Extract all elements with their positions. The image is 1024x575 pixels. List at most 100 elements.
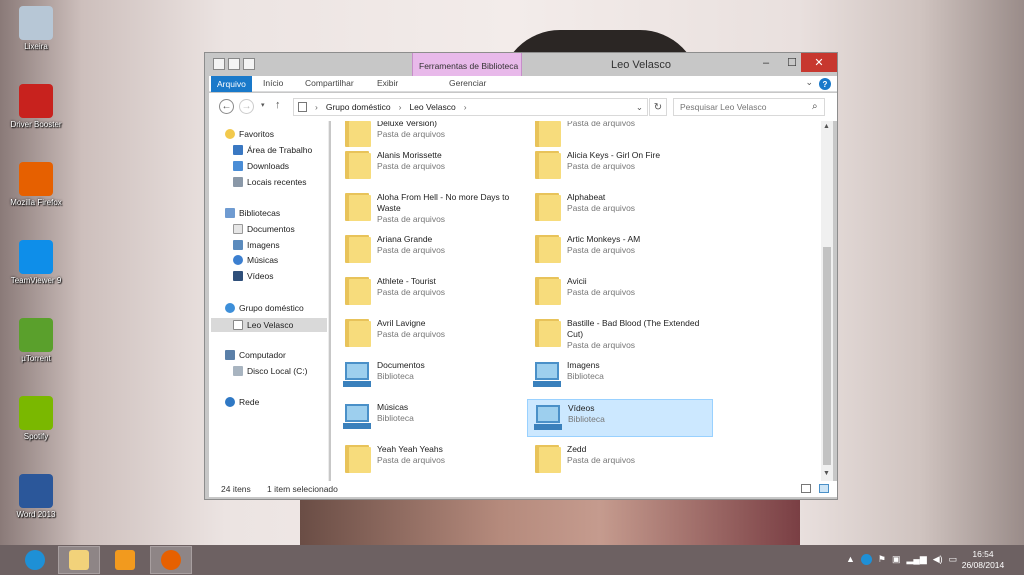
- nav-recent[interactable]: Locais recentes: [233, 177, 307, 187]
- search-input[interactable]: [673, 98, 825, 116]
- desktop-shortcut[interactable]: TeamViewer 9: [4, 240, 68, 285]
- address-bar: ← → ▾ ↑ › Grupo doméstico › Leo Velasco …: [209, 93, 837, 121]
- breadcrumb-leo-velasco[interactable]: Leo Velasco: [409, 102, 455, 112]
- folder-item[interactable]: Zedd Pasta de arquivos: [527, 441, 713, 479]
- search-icon[interactable]: ⌕: [812, 101, 818, 112]
- taskbar-firefox[interactable]: [150, 546, 192, 574]
- desktop-shortcut[interactable]: Driver Booster: [4, 84, 68, 129]
- folder-item[interactable]: Athlete - Tourist Pasta de arquivos: [337, 273, 523, 311]
- desktop-shortcut[interactable]: Mozilla Firefox: [4, 162, 68, 207]
- chevron-down-icon[interactable]: ⌄: [805, 77, 813, 88]
- breadcrumb-homegroup[interactable]: Grupo doméstico: [326, 102, 391, 112]
- folder-item[interactable]: Artic Monkeys - AM Pasta de arquivos: [527, 231, 713, 269]
- keyboard-icon[interactable]: ▭: [949, 554, 958, 565]
- help-icon[interactable]: ?: [819, 78, 831, 90]
- desktop-shortcut[interactable]: Lixeira: [4, 6, 68, 51]
- nav-favorites[interactable]: Favoritos: [225, 129, 274, 139]
- library-item[interactable]: Imagens Biblioteca: [527, 357, 713, 395]
- library-item[interactable]: Músicas Biblioteca: [337, 399, 523, 437]
- nav-desktop[interactable]: Área de Trabalho: [233, 145, 312, 155]
- show-hidden-icons-icon[interactable]: ▲: [846, 554, 855, 565]
- forward-button[interactable]: →: [239, 99, 254, 114]
- desktop-shortcut-label: TeamViewer 9: [10, 276, 62, 285]
- device-icon[interactable]: ▣: [892, 554, 901, 565]
- nav-music[interactable]: Músicas: [233, 255, 278, 265]
- recycle-bin-icon: [19, 6, 53, 40]
- folder-item[interactable]: Alanis Morissette Pasta de arquivos: [337, 147, 523, 185]
- address-field[interactable]: › Grupo doméstico › Leo Velasco › ⌄: [293, 98, 648, 116]
- taskbar-internet-explorer[interactable]: [14, 546, 56, 574]
- nav-downloads[interactable]: Downloads: [233, 161, 289, 171]
- scroll-down-icon[interactable]: ▼: [823, 470, 830, 477]
- nav-documents[interactable]: Documentos: [233, 224, 295, 234]
- scroll-thumb[interactable]: [823, 247, 831, 465]
- network-signal-icon[interactable]: ▂▄▆: [907, 554, 927, 565]
- word-icon: [19, 474, 53, 508]
- folder-item[interactable]: Ariana Grande Pasta de arquivos: [337, 231, 523, 269]
- firefox-icon: [161, 550, 181, 570]
- folder-item[interactable]: Bastille - Bad Blood (The Extended Cut) P…: [527, 315, 713, 353]
- action-center-flag-icon[interactable]: ⚑: [878, 554, 886, 565]
- tab-compartilhar[interactable]: Compartilhar: [305, 78, 354, 88]
- folder-item[interactable]: Aloha From Hell - No more Days to Waste P…: [337, 189, 523, 227]
- nav-homegroup[interactable]: Grupo doméstico: [225, 303, 304, 313]
- media-player-icon: [115, 550, 135, 570]
- pictures-icon: [233, 240, 243, 250]
- nav-pictures[interactable]: Imagens: [233, 240, 280, 250]
- item-name: Artic Monkeys - AM: [567, 234, 641, 244]
- desktop-shortcut[interactable]: µTorrent: [4, 318, 68, 363]
- desktop-shortcut[interactable]: Spotify: [4, 396, 68, 441]
- close-button[interactable]: ✕: [801, 53, 837, 72]
- library-item[interactable]: Documentos Biblioteca: [337, 357, 523, 395]
- back-button[interactable]: ←: [219, 99, 234, 114]
- breadcrumb-separator-icon: ›: [398, 102, 402, 112]
- minimize-button[interactable]: –: [753, 53, 779, 72]
- volume-icon[interactable]: ◀): [933, 554, 943, 565]
- tab-arquivo[interactable]: Arquivo: [211, 76, 252, 92]
- file-explorer-icon: [69, 550, 89, 570]
- tab-gerenciar[interactable]: Gerenciar: [449, 78, 486, 88]
- folder-item[interactable]: Yeah Yeah Yeahs Pasta de arquivos: [337, 441, 523, 479]
- refresh-button[interactable]: ↻: [649, 98, 667, 116]
- item-type: Pasta de arquivos: [567, 121, 636, 128]
- item-text: Músicas Biblioteca: [377, 399, 414, 424]
- star-icon: [225, 129, 235, 139]
- taskbar-media-player[interactable]: [104, 546, 146, 574]
- recent-locations-icon[interactable]: ▾: [261, 101, 265, 109]
- folder-item[interactable]: Avicii Pasta de arquivos: [527, 273, 713, 311]
- scroll-up-icon[interactable]: ▲: [823, 123, 830, 130]
- details-view-icon[interactable]: [801, 484, 811, 493]
- properties-icon[interactable]: [213, 58, 225, 70]
- nav-network[interactable]: Rede: [225, 397, 259, 407]
- nav-local-disk[interactable]: Disco Local (C:): [233, 366, 307, 376]
- folder-item[interactable]: Alphabeat Pasta de arquivos: [527, 189, 713, 227]
- desktop-shortcut-label: Driver Booster: [10, 120, 62, 129]
- new-folder-icon[interactable]: [228, 58, 240, 70]
- item-name: Alicia Keys - Girl On Fire: [567, 150, 661, 160]
- desktop-shortcut-label: Lixeira: [24, 42, 48, 51]
- nav-computer[interactable]: Computador: [225, 350, 286, 360]
- tab-exibir[interactable]: Exibir: [377, 78, 398, 88]
- library-item[interactable]: Vídeos Biblioteca: [527, 399, 713, 437]
- desktop-shortcut[interactable]: Word 2013: [4, 474, 68, 519]
- clock[interactable]: 16:54 26/08/2014: [958, 549, 1008, 571]
- large-icons-view-icon[interactable]: [819, 484, 829, 493]
- up-button[interactable]: ↑: [275, 99, 281, 111]
- nav-videos[interactable]: Vídeos: [233, 271, 273, 281]
- vertical-scrollbar[interactable]: ▲ ▼: [821, 121, 833, 481]
- taskbar-file-explorer[interactable]: [58, 546, 100, 574]
- folder-item[interactable]: Alicia Keys - Girl On Fire Pasta de arqui…: [527, 147, 713, 185]
- item-type: Pasta de arquivos: [567, 287, 636, 297]
- library-icon[interactable]: [243, 58, 255, 70]
- wallpaper-face: [300, 498, 800, 548]
- item-name: Avril Lavigne: [377, 318, 426, 328]
- address-dropdown-icon[interactable]: ⌄: [636, 102, 643, 113]
- info-icon[interactable]: [860, 554, 872, 565]
- quick-access-toolbar: [213, 58, 255, 70]
- nav-libraries[interactable]: Bibliotecas: [225, 208, 280, 218]
- folder-item[interactable]: Avril Lavigne Pasta de arquivos: [337, 315, 523, 353]
- tab-inicio[interactable]: Início: [263, 78, 283, 88]
- item-type: Pasta de arquivos: [567, 340, 636, 350]
- nav-leo-velasco[interactable]: Leo Velasco: [211, 318, 327, 332]
- ribbon-tabs: Arquivo Início Compartilhar Exibir Geren…: [209, 76, 837, 92]
